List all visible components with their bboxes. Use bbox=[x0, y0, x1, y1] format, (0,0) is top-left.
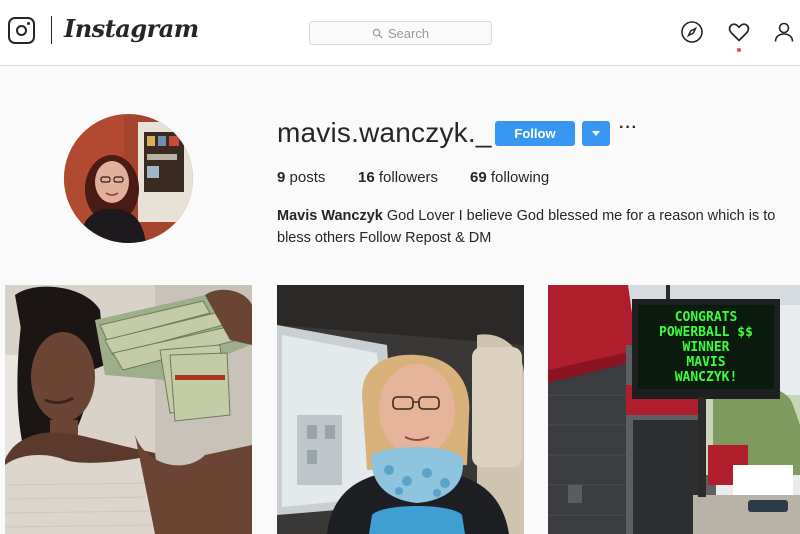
followers-count-label: followers bbox=[378, 169, 439, 186]
profile-full-name: Mavis Wanczyk bbox=[277, 208, 383, 224]
following-count-label: following bbox=[490, 169, 550, 186]
user-profile-icon[interactable] bbox=[772, 20, 796, 44]
posts-count-label: posts bbox=[289, 169, 326, 186]
profile-avatar[interactable] bbox=[64, 114, 193, 243]
followers-link[interactable]: 16 followers bbox=[358, 169, 438, 186]
post-thumbnail-3[interactable]: CONGRATS POWERBALL $$ WINNER MAVIS WANCZYK! bbox=[548, 285, 800, 534]
follow-button[interactable]: Follow bbox=[495, 121, 575, 146]
camera-lens bbox=[15, 24, 27, 36]
compass-icon[interactable] bbox=[680, 20, 704, 44]
post-photo-powerball-sign: CONGRATSPOWERBALL $$WINNERMAVISWANCZYK! bbox=[548, 285, 800, 534]
posts-count: 9 posts bbox=[277, 169, 325, 186]
profile-username: mavis.wanczyk._ bbox=[277, 117, 492, 148]
led-sign-line: WINNER bbox=[683, 340, 730, 355]
led-sign-line: POWERBALL $$ bbox=[659, 325, 753, 340]
followers-count-value: 16 bbox=[358, 169, 375, 186]
led-sign-line: MAVIS bbox=[686, 355, 725, 370]
search-placeholder: Search bbox=[387, 25, 430, 41]
posts-count-value: 9 bbox=[277, 169, 286, 186]
search-icon bbox=[372, 28, 383, 39]
chevron-down-icon bbox=[592, 131, 600, 136]
post-photo-money bbox=[5, 285, 252, 534]
more-options-icon[interactable]: ··· bbox=[619, 120, 637, 140]
post-thumbnail-2[interactable] bbox=[277, 285, 524, 534]
avatar-photo bbox=[64, 114, 193, 243]
led-sign-line: WANCZYK! bbox=[675, 370, 738, 385]
profile-bio: Mavis Wanczyk God Lover I believe God bl… bbox=[277, 205, 787, 249]
following-count-value: 69 bbox=[470, 169, 487, 186]
heart-icon[interactable] bbox=[727, 20, 751, 44]
suggested-dropdown-button[interactable] bbox=[582, 121, 610, 146]
post-photo-car-selfie bbox=[277, 285, 524, 534]
post-thumbnail-1[interactable] bbox=[5, 285, 252, 534]
instagram-wordmark[interactable]: Instagram bbox=[64, 14, 199, 43]
instagram-camera-icon[interactable] bbox=[8, 17, 35, 44]
led-sign-line: CONGRATS bbox=[675, 310, 738, 325]
following-link[interactable]: 69 following bbox=[470, 169, 549, 186]
camera-flash-dot bbox=[27, 22, 30, 25]
logo-divider bbox=[51, 16, 52, 44]
search-input[interactable]: Search bbox=[309, 21, 492, 45]
top-navigation-bar: Instagram Search bbox=[0, 0, 800, 66]
notification-dot bbox=[737, 48, 741, 52]
